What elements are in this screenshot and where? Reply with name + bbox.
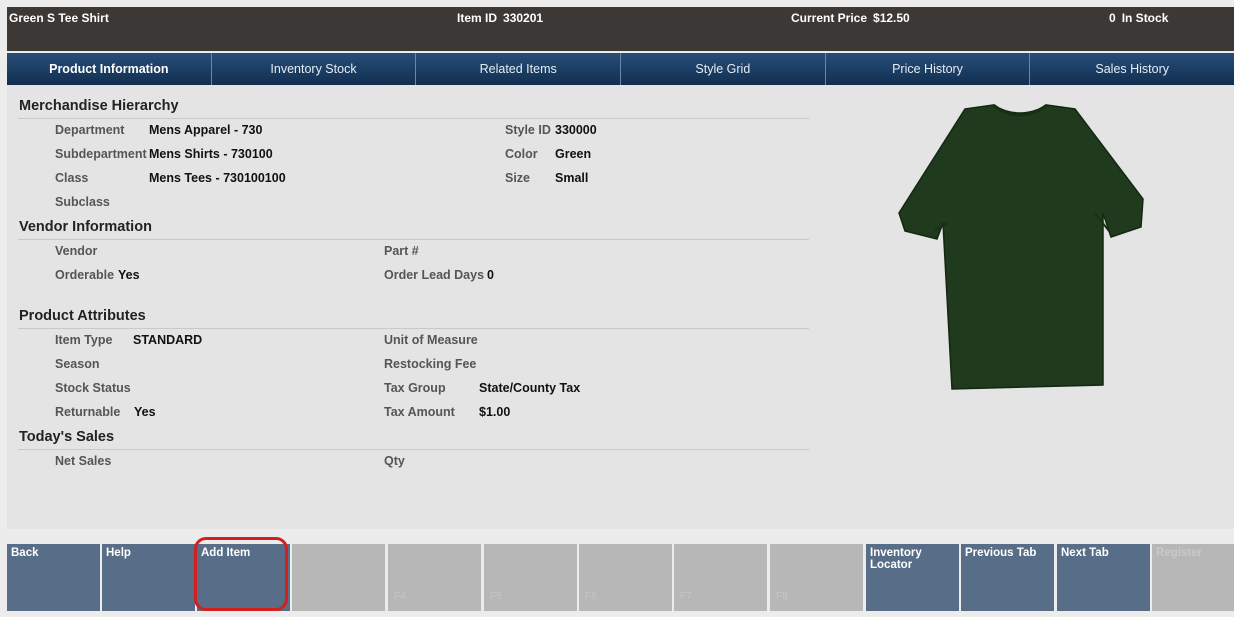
price-value: $12.50 — [873, 11, 910, 25]
tax-group-value: State/County Tax — [479, 381, 581, 395]
lead-days-label: Order Lead Days — [384, 268, 485, 282]
item-type-value: STANDARD — [133, 333, 203, 347]
f8-number: F8 — [776, 591, 788, 602]
class-value: Mens Tees - 730100100 — [149, 171, 286, 185]
tab-sales-history[interactable]: Sales History — [1030, 53, 1234, 85]
tee-shirt-icon — [898, 103, 1144, 390]
product-name: Green S Tee Shirt — [9, 11, 109, 25]
price-label: Current Price — [791, 11, 868, 25]
style-id-label: Style ID — [505, 123, 551, 137]
divider — [18, 328, 809, 329]
section-todays-sales: Today's Sales — [19, 429, 115, 445]
tab-price-history[interactable]: Price History — [826, 53, 1031, 85]
divider — [18, 239, 809, 240]
color-label: Color — [505, 147, 538, 161]
returnable-label: Returnable — [55, 405, 121, 419]
next-tab-button[interactable]: Next Tab — [1057, 544, 1150, 611]
stock-status: 0 In Stock — [1109, 11, 1168, 25]
net-sales-label: Net Sales — [55, 454, 112, 468]
subdepartment-value: Mens Shirts - 730100 — [149, 147, 273, 161]
register-button: Register — [1152, 544, 1234, 611]
divider — [18, 449, 809, 450]
f8-key: F8 — [770, 544, 863, 611]
stock-label: In Stock — [1121, 11, 1169, 25]
tax-amount-value: $1.00 — [479, 405, 511, 419]
item-type-label: Item Type — [55, 333, 113, 347]
help-button-label: Help — [106, 547, 131, 559]
size-value: Small — [555, 171, 589, 185]
tax-group-label: Tax Group — [384, 381, 446, 395]
tab-product-information[interactable]: Product Information — [7, 53, 212, 95]
section-vendor-information: Vendor Information — [19, 219, 152, 235]
product-info-panel: Merchandise Hierarchy Department Mens Ap… — [7, 85, 1234, 529]
item-id-label: Item ID — [457, 11, 498, 25]
register-label: Register — [1156, 547, 1203, 559]
unit-of-measure-label: Unit of Measure — [384, 333, 478, 347]
f4-key: F4 — [388, 544, 481, 611]
department-value: Mens Apparel - 730 — [149, 123, 263, 137]
item-id-value: 330201 — [503, 11, 544, 25]
orderable-label: Orderable — [55, 268, 115, 282]
f7-key: F7 — [674, 544, 767, 611]
inventory-locator-button[interactable]: Inventory Locator — [866, 544, 959, 611]
vendor-label: Vendor — [55, 244, 98, 258]
f5-number: F5 — [490, 591, 502, 602]
previous-tab-label: Previous Tab — [965, 547, 1037, 559]
back-button[interactable]: Back — [7, 544, 100, 611]
help-button[interactable]: Help — [102, 544, 195, 611]
subclass-label: Subclass — [55, 195, 110, 209]
class-label: Class — [55, 171, 89, 185]
f7-number: F7 — [680, 591, 692, 602]
next-tab-label: Next Tab — [1061, 547, 1109, 559]
f6-number: F6 — [585, 591, 597, 602]
style-id-value: 330000 — [555, 123, 597, 137]
add-item-highlight — [194, 537, 288, 611]
tab-bar: Product Information Inventory Stock Rela… — [7, 53, 1234, 95]
size-label: Size — [505, 171, 531, 185]
tab-inventory-stock[interactable]: Inventory Stock — [212, 53, 417, 85]
color-value: Green — [555, 147, 592, 161]
function-key-bar: Back Help Add Item F4 F5 F6 F7 F8 Invent… — [7, 544, 1234, 611]
f6-key: F6 — [579, 544, 672, 611]
qty-label: Qty — [384, 454, 405, 468]
tax-amount-label: Tax Amount — [384, 405, 455, 419]
item-id: Item ID 330201 — [457, 11, 543, 25]
orderable-value: Yes — [118, 268, 140, 282]
tab-style-grid[interactable]: Style Grid — [621, 53, 826, 85]
divider — [18, 118, 809, 119]
back-button-label: Back — [11, 547, 39, 559]
lead-days-value: 0 — [487, 268, 494, 282]
item-header: Green S Tee Shirt Item ID 330201 Current … — [7, 7, 1234, 51]
f4-number: F4 — [394, 591, 406, 602]
part-number-label: Part # — [384, 244, 419, 258]
subdepartment-label: Subdepartment — [55, 147, 147, 161]
empty-function-key — [292, 544, 385, 611]
f5-key: F5 — [484, 544, 577, 611]
section-merchandise-hierarchy: Merchandise Hierarchy — [19, 98, 179, 114]
returnable-value: Yes — [134, 405, 156, 419]
inventory-locator-label: Inventory Locator — [870, 547, 922, 571]
section-product-attributes: Product Attributes — [19, 308, 146, 324]
restocking-fee-label: Restocking Fee — [384, 357, 477, 371]
current-price: Current Price $12.50 — [791, 11, 910, 25]
previous-tab-button[interactable]: Previous Tab — [961, 544, 1054, 611]
department-label: Department — [55, 123, 125, 137]
stock-status-label: Stock Status — [55, 381, 131, 395]
tab-related-items[interactable]: Related Items — [416, 53, 622, 85]
stock-qty: 0 — [1109, 11, 1116, 25]
season-label: Season — [55, 357, 100, 371]
